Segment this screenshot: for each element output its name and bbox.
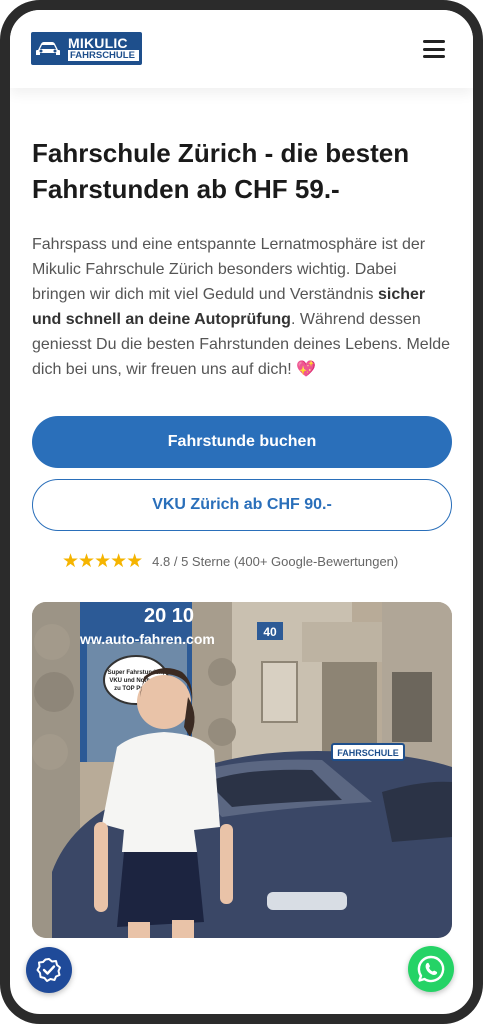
logo-line2: FAHRSCHULE: [68, 50, 139, 61]
mikulic-logo[interactable]: MIKULIC FAHRSCHULE: [31, 32, 142, 65]
logo-line1: MIKULIC: [68, 35, 128, 51]
rating-stars-icon: ★★★★★: [62, 550, 143, 572]
house-number-text: 40: [263, 625, 277, 639]
page-title: Fahrschule Zürich - die besten Fahrstund…: [32, 138, 410, 204]
site-header: MIKULIC FAHRSCHULE: [10, 10, 473, 88]
book-lesson-button[interactable]: Fahrstunde buchen: [32, 416, 452, 468]
heart-emoji-icon: 💖: [296, 361, 317, 378]
badge-check-icon[interactable]: [26, 947, 72, 993]
sign-phone-text: 20 10: [144, 605, 194, 627]
car-icon: [31, 32, 65, 65]
vku-button[interactable]: VKU Zürich ab CHF 90.-: [32, 479, 452, 531]
phone-frame: MIKULIC FAHRSCHULE Fahrschule Zürich - d…: [0, 0, 483, 1024]
hero-photo-illustration: 20 10 ww.auto-fahren.com Super Fahrstund…: [32, 602, 452, 938]
sign-website-text: ww.auto-fahren.com: [79, 631, 215, 647]
intro-text: Fahrspass und eine entspannte Lernatmosp…: [32, 236, 451, 378]
whatsapp-icon[interactable]: [408, 946, 454, 992]
roof-sign-text: FAHRSCHULE: [337, 748, 399, 758]
google-rating: ★★★★★ 4.8 / 5 Sterne (400+ Google-Bewert…: [62, 550, 399, 572]
hero-photo: 20 10 ww.auto-fahren.com Super Fahrstund…: [32, 602, 452, 938]
hamburger-menu-icon[interactable]: [423, 40, 445, 58]
rating-text: 4.8 / 5 Sterne (400+ Google-Bewertungen): [152, 553, 399, 569]
